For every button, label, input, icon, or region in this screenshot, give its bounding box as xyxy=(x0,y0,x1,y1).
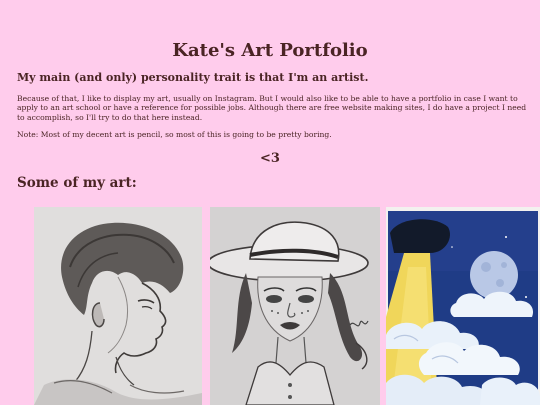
artwork-pencil-profile xyxy=(34,207,202,405)
art-gallery xyxy=(34,207,540,405)
page-title: Kate's Art Portfolio xyxy=(172,40,368,61)
artwork-night-sky-painting xyxy=(386,207,540,405)
portfolio-page: Kate's Art Portfolio My main (and only) … xyxy=(0,0,540,405)
intro-paragraph: Because of that, I like to display my ar… xyxy=(17,94,527,122)
heart-text: <3 xyxy=(260,151,280,166)
intro-heading: My main (and only) personality trait is … xyxy=(17,71,369,84)
note-paragraph: Note: Most of my decent art is pencil, s… xyxy=(17,130,332,139)
artwork-pencil-hat xyxy=(210,207,380,405)
art-section-heading: Some of my art: xyxy=(17,175,137,191)
